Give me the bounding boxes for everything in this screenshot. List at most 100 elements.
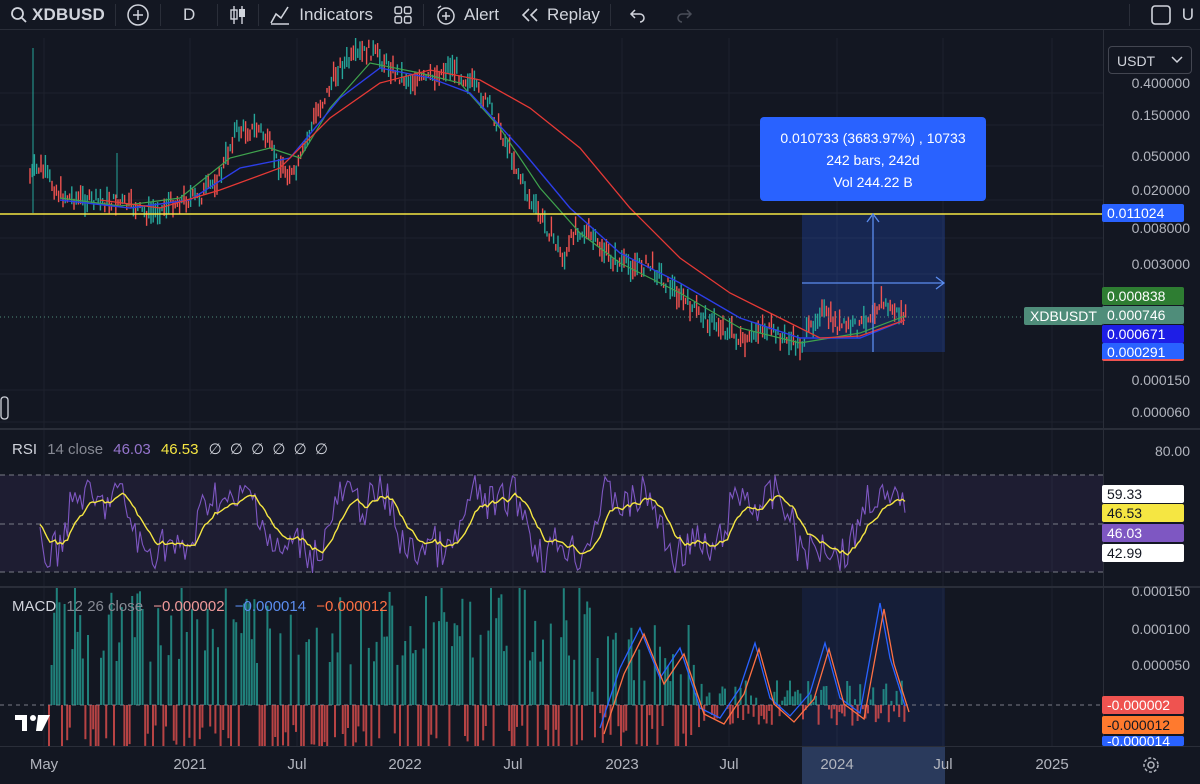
macd-histogram-bar	[133, 637, 136, 705]
macd-histogram-bar	[833, 705, 836, 710]
drawing-handle-icon[interactable]	[0, 395, 10, 423]
macd-pane[interactable]: MACD 12 26 close −0.000002 −0.000014 −0.…	[0, 588, 1103, 746]
macd-histogram-bar	[776, 680, 778, 705]
macd-histogram-bar	[828, 705, 830, 710]
rsi-legend-empty: ∅	[314, 441, 328, 458]
macd-histogram-bar	[568, 655, 570, 705]
macd-histogram-bar	[466, 705, 469, 742]
macd-histogram-bar	[422, 648, 425, 705]
macd-histogram-bar	[461, 598, 464, 705]
macd-histogram-bar	[157, 608, 160, 705]
macd-histogram-bar	[162, 705, 165, 746]
symbol-search[interactable]: XDBUSD	[0, 0, 115, 30]
macd-histogram-bar	[375, 641, 378, 705]
macd-histogram-bar	[326, 705, 329, 746]
rsi-legend[interactable]: RSI 14 close 46.03 46.53 ∅ ∅ ∅ ∅ ∅ ∅	[12, 440, 332, 458]
macd-histogram-bar	[482, 705, 485, 741]
macd-histogram-bar	[807, 681, 810, 705]
rsi-legend-empty: ∅	[229, 441, 243, 458]
macd-histogram-bar	[721, 686, 724, 705]
replay-button[interactable]: Replay	[509, 0, 610, 30]
macd-histogram-bar	[763, 705, 765, 720]
macd-histogram-bar	[266, 605, 269, 705]
macd-histogram-bar	[68, 705, 71, 728]
macd-histogram-bar	[685, 705, 687, 746]
macd-histogram-bar	[859, 684, 862, 705]
currency-select[interactable]: USDT	[1108, 46, 1192, 74]
candles-icon	[230, 5, 246, 24]
macd-histogram-bar	[66, 705, 69, 741]
time-axis-label: 2024	[820, 756, 854, 773]
macd-histogram-bar	[217, 647, 219, 705]
macd-histogram-bar	[144, 705, 147, 746]
macd-histogram-bar	[261, 705, 264, 746]
rewind-icon	[521, 7, 538, 22]
price-axis[interactable]: 0.400000 0.150000 0.050000 0.020000 0.00…	[1103, 30, 1200, 746]
macd-histogram-bar	[61, 705, 63, 746]
undo-button[interactable]	[611, 0, 665, 30]
price-axis-label: 0.000150	[1131, 372, 1190, 388]
macd-histogram-bar	[586, 601, 589, 705]
macd-histogram-bar	[357, 705, 360, 727]
macd-histogram-bar	[718, 693, 721, 705]
macd-histogram-bar	[159, 645, 162, 705]
macd-histogram-bar	[427, 705, 430, 746]
fullscreen-button[interactable]: U	[1130, 0, 1200, 30]
time-axis-label: 2025	[1035, 756, 1069, 773]
macd-histogram-bar	[360, 601, 362, 705]
interval-button[interactable]: D	[161, 0, 217, 30]
macd-legend[interactable]: MACD 12 26 close −0.000002 −0.000014 −0.…	[12, 598, 394, 615]
macd-histogram-bar	[206, 608, 209, 705]
rsi-pane[interactable]: RSI 14 close 46.03 46.53 ∅ ∅ ∅ ∅ ∅ ∅	[0, 430, 1103, 586]
macd-histogram-bar	[370, 705, 373, 746]
macd-histogram-bar	[471, 657, 474, 705]
price-chart[interactable]	[0, 38, 1103, 428]
macd-histogram-bar	[737, 705, 739, 719]
time-axis[interactable]: May 2021 Jul 2022 Jul 2023 Jul 2024 Jul …	[0, 746, 1200, 784]
macd-histogram-bar	[425, 596, 427, 705]
last-price-tag: 0.000746	[1102, 306, 1184, 324]
macd-histogram-bar	[170, 615, 173, 705]
macd-histogram-bar	[469, 601, 472, 705]
macd-histogram-bar	[310, 705, 313, 745]
macd-histogram-bar	[690, 705, 693, 735]
macd-histogram-bar	[713, 705, 716, 719]
macd-histogram-bar	[542, 639, 544, 705]
macd-histogram-bar	[347, 705, 349, 728]
macd-histogram-bar	[661, 705, 664, 726]
macd-histogram-bar	[825, 686, 828, 705]
settings-gear-icon[interactable]	[1142, 756, 1160, 774]
macd-histogram-bar	[614, 632, 617, 705]
macd-histogram-bar	[175, 705, 178, 745]
macd-histogram-bar	[58, 602, 61, 705]
redo-button[interactable]	[665, 0, 703, 30]
macd-histogram-bar	[456, 625, 459, 705]
macd-histogram-bar	[188, 705, 191, 738]
tradingview-logo-icon[interactable]	[14, 712, 52, 734]
macd-histogram-bar	[885, 683, 888, 705]
chart-type-button[interactable]	[218, 0, 258, 30]
macd-histogram-bar	[172, 705, 175, 741]
macd-histogram-bar	[820, 689, 823, 705]
macd-histogram-bar	[594, 705, 596, 738]
price-pane[interactable]	[0, 38, 1103, 428]
macd-histogram-bar	[453, 623, 456, 705]
macd-histogram-bar	[71, 649, 74, 705]
currency-value: USDT	[1117, 53, 1156, 69]
macd-histogram-bar	[349, 664, 352, 705]
macd-histogram-bar	[841, 705, 843, 714]
indicators-button[interactable]: Indicators	[259, 0, 383, 30]
macd-histogram-bar	[534, 620, 537, 705]
alert-button[interactable]: Alert	[424, 0, 509, 30]
macd-histogram-bar	[276, 705, 279, 746]
templates-button[interactable]	[383, 0, 423, 30]
macd-histogram-bar	[890, 700, 893, 705]
macd-line-tag: -0.000014	[1102, 736, 1184, 746]
macd-histogram-bar	[622, 705, 625, 733]
macd-histogram-bar	[84, 705, 87, 740]
compare-button[interactable]	[116, 0, 160, 30]
macd-axis-label: 0.000100	[1131, 621, 1190, 637]
macd-histogram-bar	[149, 661, 152, 705]
macd-histogram-bar	[791, 696, 794, 705]
macd-histogram-bar	[258, 705, 261, 746]
